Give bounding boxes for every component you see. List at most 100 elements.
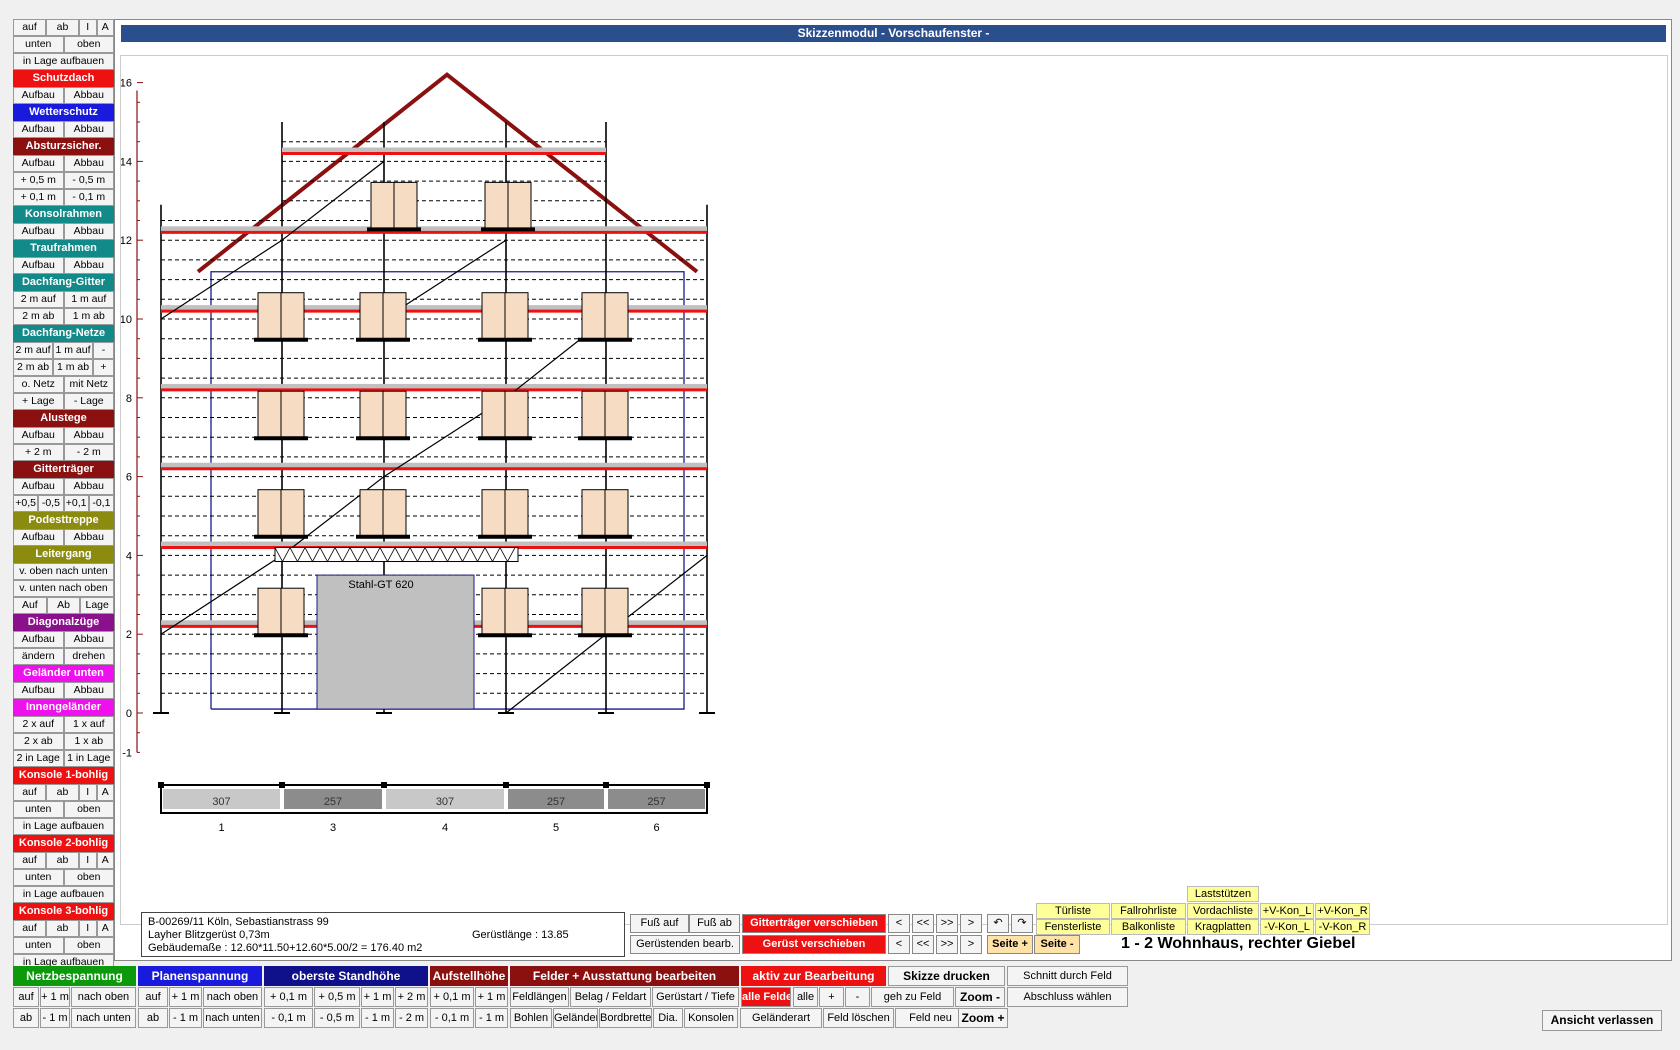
panel-button[interactable]: Abbau xyxy=(63,682,114,699)
panel-button[interactable]: 1 m ab xyxy=(53,359,93,376)
toolbar-button[interactable]: nach oben xyxy=(203,987,262,1007)
panel-button[interactable]: Abbau xyxy=(63,631,114,648)
panel-button[interactable]: - 0,5 m xyxy=(63,172,114,189)
panel-button[interactable]: I xyxy=(79,852,97,869)
rotate-left-icon[interactable]: ↶ xyxy=(987,914,1009,933)
laststuetzen-button[interactable]: Laststützen xyxy=(1187,886,1259,902)
panel-button[interactable]: I xyxy=(79,19,97,36)
panel-button[interactable]: 1 m auf xyxy=(53,342,93,359)
toolbar-button[interactable]: Bohlen xyxy=(510,1008,552,1028)
toolbar-button[interactable]: ab xyxy=(138,1008,168,1028)
panel-button[interactable]: auf xyxy=(13,852,46,869)
tuerliste-button[interactable]: Türliste xyxy=(1036,903,1110,919)
panel-button[interactable]: unten xyxy=(13,869,64,886)
toolbar-button[interactable]: Feldlängen xyxy=(510,987,569,1007)
toolbar-button[interactable]: nach unten xyxy=(71,1008,136,1028)
toolbar-button[interactable]: Abschluss wählen xyxy=(1007,987,1128,1007)
panel-button[interactable]: ab xyxy=(46,784,79,801)
panel-button[interactable]: - xyxy=(93,342,114,359)
balkonliste-button[interactable]: Balkonliste xyxy=(1111,919,1186,935)
toolbar-button[interactable]: + xyxy=(819,987,844,1007)
panel-button[interactable]: Abbau xyxy=(63,529,114,546)
panel-button[interactable]: Abbau xyxy=(63,87,114,104)
toolbar-button[interactable]: Belag / Feldart xyxy=(570,987,651,1007)
toolbar-button[interactable]: - xyxy=(845,987,870,1007)
panel-button[interactable]: Abbau xyxy=(63,121,114,138)
toolbar-button[interactable]: nach oben xyxy=(71,987,136,1007)
panel-button[interactable]: Aufbau xyxy=(13,155,64,172)
panel-button[interactable]: ändern xyxy=(13,648,64,665)
panel-button[interactable]: 1 x ab xyxy=(63,733,114,750)
panel-button[interactable]: oben xyxy=(63,869,114,886)
panel-button[interactable]: Aufbau xyxy=(13,257,64,274)
toolbar-button[interactable]: + 0,5 m xyxy=(314,987,360,1007)
toolbar-button[interactable]: Geländer xyxy=(553,1008,598,1028)
schnitt-feld-button[interactable]: Schnitt durch Feld xyxy=(1007,966,1128,986)
toolbar-button[interactable]: + 1 m xyxy=(40,987,70,1007)
toolbar-button[interactable]: - 1 m xyxy=(475,1008,508,1028)
panel-button[interactable]: Aufbau xyxy=(13,87,64,104)
scaffold-drawing[interactable]: 16 14 12 10 8 6 4 2 0 -1 Stahl-GT 620 307 1 257 3 307 4 2… xyxy=(120,56,1669,926)
vkon-l-plus-button[interactable]: +V-Kon_L xyxy=(1260,903,1314,919)
toolbar-button[interactable]: - 0,5 m xyxy=(314,1008,360,1028)
panel-button[interactable]: v. oben nach unten xyxy=(13,563,114,580)
panel-button[interactable]: A xyxy=(96,19,114,36)
toolbar-button[interactable]: nach unten xyxy=(203,1008,262,1028)
toolbar-button[interactable]: + 1 m xyxy=(475,987,508,1007)
panel-button[interactable]: 2 x ab xyxy=(13,733,64,750)
panel-button[interactable]: 2 m ab xyxy=(13,308,64,325)
fensterliste-button[interactable]: Fensterliste xyxy=(1036,919,1110,935)
geruest-verschieben-button[interactable]: Gerüst verschieben xyxy=(742,935,886,954)
toolbar-button[interactable]: auf xyxy=(13,987,39,1007)
toolbar-button[interactable]: - 1 m xyxy=(40,1008,70,1028)
sketch-canvas[interactable]: 16 14 12 10 8 6 4 2 0 -1 Stahl-GT 620 307 1 257 3 307 4 2… xyxy=(120,55,1668,925)
vkon-r-minus-button[interactable]: -V-Kon_R xyxy=(1315,919,1370,935)
nav-button[interactable]: << xyxy=(912,914,934,933)
toolbar-button[interactable]: + 1 m xyxy=(361,987,394,1007)
panel-button[interactable]: 1 in Lage xyxy=(63,750,114,767)
panel-button[interactable]: ab xyxy=(46,920,79,937)
planenspannung-header[interactable]: Planenspannung xyxy=(138,966,262,986)
panel-button[interactable]: ab xyxy=(46,19,79,36)
nav-button[interactable]: < xyxy=(888,935,910,954)
panel-button[interactable]: oben xyxy=(63,937,114,954)
toolbar-button[interactable]: + 2 m xyxy=(395,987,428,1007)
nav-button[interactable]: < xyxy=(888,914,910,933)
panel-button[interactable]: v. unten nach oben xyxy=(13,580,114,597)
panel-button[interactable]: Abbau xyxy=(63,155,114,172)
toolbar-button[interactable]: alle Felder xyxy=(741,987,791,1007)
gittertraeger-verschieben-button[interactable]: Gitterträger verschieben xyxy=(742,914,886,933)
toolbar-button[interactable]: - 1 m xyxy=(169,1008,202,1028)
panel-button[interactable]: A xyxy=(96,920,114,937)
panel-button[interactable]: Lage xyxy=(80,597,115,614)
toolbar-button[interactable]: geh zu Feld xyxy=(871,987,954,1007)
panel-button[interactable]: 2 m ab xyxy=(13,359,53,376)
panel-button[interactable]: +0,1 xyxy=(63,495,89,512)
toolbar-button[interactable]: alle xyxy=(793,987,818,1007)
nav-button[interactable]: << xyxy=(912,935,934,954)
toolbar-button[interactable]: Gerüstart / Tiefe xyxy=(652,987,739,1007)
panel-button[interactable]: Ab xyxy=(46,597,81,614)
geruestenden-button[interactable]: Gerüstenden bearb. xyxy=(630,935,740,954)
panel-button[interactable]: Auf xyxy=(13,597,47,614)
panel-button[interactable]: drehen xyxy=(63,648,114,665)
skizze-drucken-button[interactable]: Skizze drucken xyxy=(888,966,1005,986)
panel-button[interactable]: o. Netz xyxy=(13,376,64,393)
kragplatten-button[interactable]: Kragplatten xyxy=(1187,919,1259,935)
toolbar-button[interactable]: Zoom - xyxy=(955,987,1005,1007)
panel-button[interactable]: Abbau xyxy=(63,427,114,444)
rotate-right-icon[interactable]: ↷ xyxy=(1011,914,1033,933)
toolbar-button[interactable]: Dia. xyxy=(653,1008,683,1028)
panel-button[interactable]: 2 m auf xyxy=(13,342,53,359)
panel-button[interactable]: in Lage aufbauen xyxy=(13,818,114,835)
panel-button[interactable]: Aufbau xyxy=(13,478,64,495)
fallrohrliste-button[interactable]: Fallrohrliste xyxy=(1111,903,1186,919)
panel-button[interactable]: oben xyxy=(63,36,114,53)
toolbar-button[interactable]: + 0,1 m xyxy=(430,987,474,1007)
toolbar-button[interactable]: Geländerart xyxy=(740,1008,822,1028)
panel-button[interactable]: Aufbau xyxy=(13,427,64,444)
nav-button[interactable]: >> xyxy=(936,914,958,933)
fuss-auf-button[interactable]: Fuß auf xyxy=(630,914,689,933)
seite-minus-button[interactable]: Seite - xyxy=(1034,935,1080,954)
panel-button[interactable]: Aufbau xyxy=(13,529,64,546)
